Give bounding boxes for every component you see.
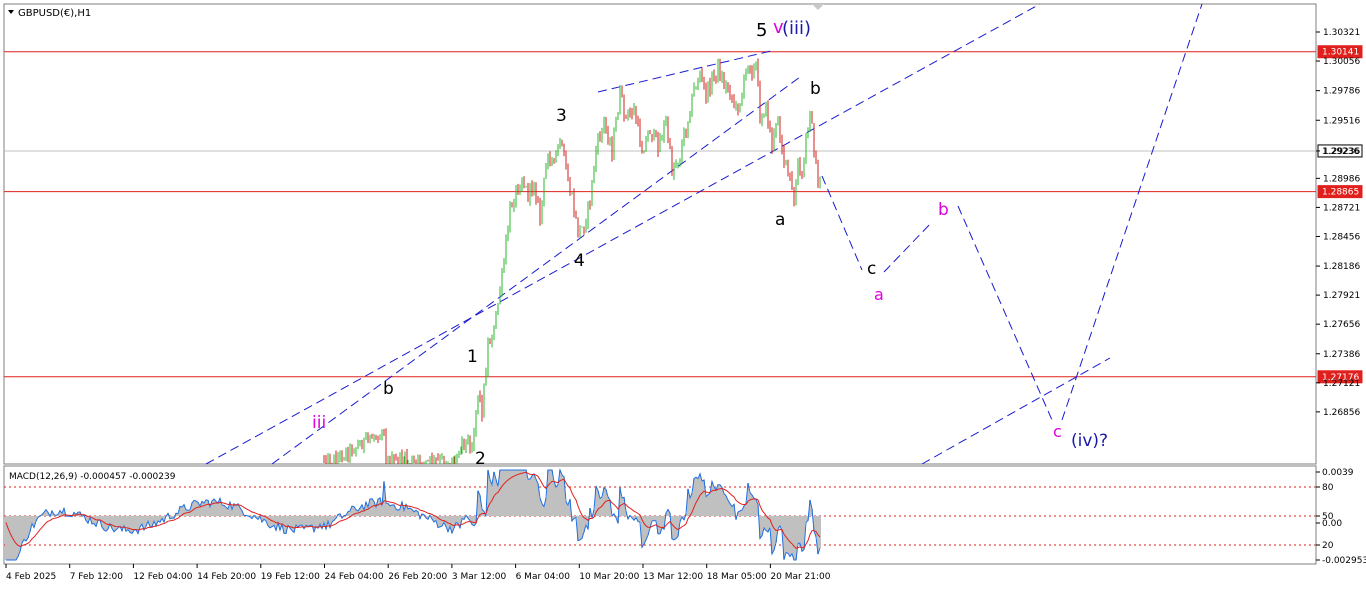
- price-tick-label: 1.27656: [1323, 320, 1360, 330]
- time-axis: 4 Feb 2025 7 Feb 12:00 12 Feb 04:00 14 Feb …: [5, 564, 831, 582]
- price-tick-label: 1.29516: [1323, 116, 1360, 126]
- wave-label: (iii): [782, 18, 811, 39]
- price-tick-label: 1.29236: [1323, 147, 1360, 157]
- chart-canvas[interactable]: 1.301411.292361.288651.27176 5 v(iii)3ba4…: [0, 0, 1366, 588]
- price-axis: 1.30321 1.30056 1.29786 1.29516 1.29236 1.289…: [1316, 28, 1360, 418]
- time-tick-label: 6 Mar 04:00: [516, 572, 571, 582]
- time-tick-label: 19 Feb 12:00: [261, 572, 320, 582]
- time-tick-label: 13 Mar 12:00: [643, 572, 703, 582]
- price-tick-label: 1.27121: [1323, 379, 1360, 389]
- time-tick-label: 12 Feb 04:00: [133, 572, 192, 582]
- time-tick-label: 14 Feb 20:00: [197, 572, 256, 582]
- macd-tick-label: 20: [1322, 541, 1334, 551]
- wave-label: a: [775, 210, 785, 230]
- time-tick-label: 24 Feb 04:00: [325, 572, 384, 582]
- wave-label: b: [938, 200, 949, 220]
- price-tick-label: 1.27921: [1323, 291, 1360, 301]
- price-tick-label: 1.28186: [1323, 262, 1360, 272]
- time-tick-label: 26 Feb 20:00: [388, 572, 447, 582]
- wave-label: 4: [574, 251, 585, 271]
- wave-label: 2: [475, 449, 486, 469]
- price-tick-label: 1.28986: [1323, 174, 1360, 184]
- wave-label: 1: [467, 347, 478, 367]
- price-tick-label: 1.28721: [1323, 203, 1360, 213]
- price-panel: [3, 3, 1317, 465]
- price-tick-label: 1.30321: [1323, 28, 1360, 38]
- level-price-label: 1.28865: [1322, 188, 1359, 198]
- macd-tick-label: 80: [1322, 483, 1334, 493]
- wave-label: iii: [312, 413, 326, 433]
- price-tick-label: 1.27386: [1323, 350, 1360, 360]
- time-tick-label: 3 Mar 12:00: [452, 572, 507, 582]
- wave-label: c: [867, 259, 876, 279]
- wave-label: 5: [756, 20, 767, 41]
- price-tick-label: 1.28456: [1323, 232, 1360, 242]
- price-tick-label: 1.30056: [1323, 57, 1360, 67]
- macd-tick-label: 0.0039: [1322, 468, 1354, 478]
- macd-label: MACD(12,26,9) -0.000457 -0.000239: [9, 472, 176, 482]
- wave-label: b: [383, 379, 394, 399]
- wave-label: c: [1053, 422, 1062, 441]
- time-tick-label: 7 Feb 12:00: [70, 572, 124, 582]
- time-tick-label: 4 Feb 2025: [6, 572, 56, 582]
- wave-label: 3: [556, 106, 567, 126]
- macd-tick-label: -0.002953: [1322, 556, 1366, 566]
- wave-label: a: [874, 285, 884, 304]
- time-tick-label: 20 Mar 21:00: [770, 572, 830, 582]
- wave-label: b: [810, 79, 821, 99]
- price-tick-label: 1.29786: [1323, 87, 1360, 97]
- wave-label: (iv)?: [1071, 431, 1108, 451]
- chart-window[interactable]: 1.30141 1.29236 1.28865 1.27176 5 v (iii) 3 b a 4…: [0, 0, 1366, 588]
- time-tick-label: 10 Mar 20:00: [579, 572, 639, 582]
- macd-tick-label: 0.00: [1322, 519, 1342, 529]
- time-tick-label: 18 Mar 05:00: [707, 572, 767, 582]
- price-tick-label: 1.26856: [1323, 408, 1360, 418]
- symbol-title: GBPUSD(€),H1: [18, 8, 91, 19]
